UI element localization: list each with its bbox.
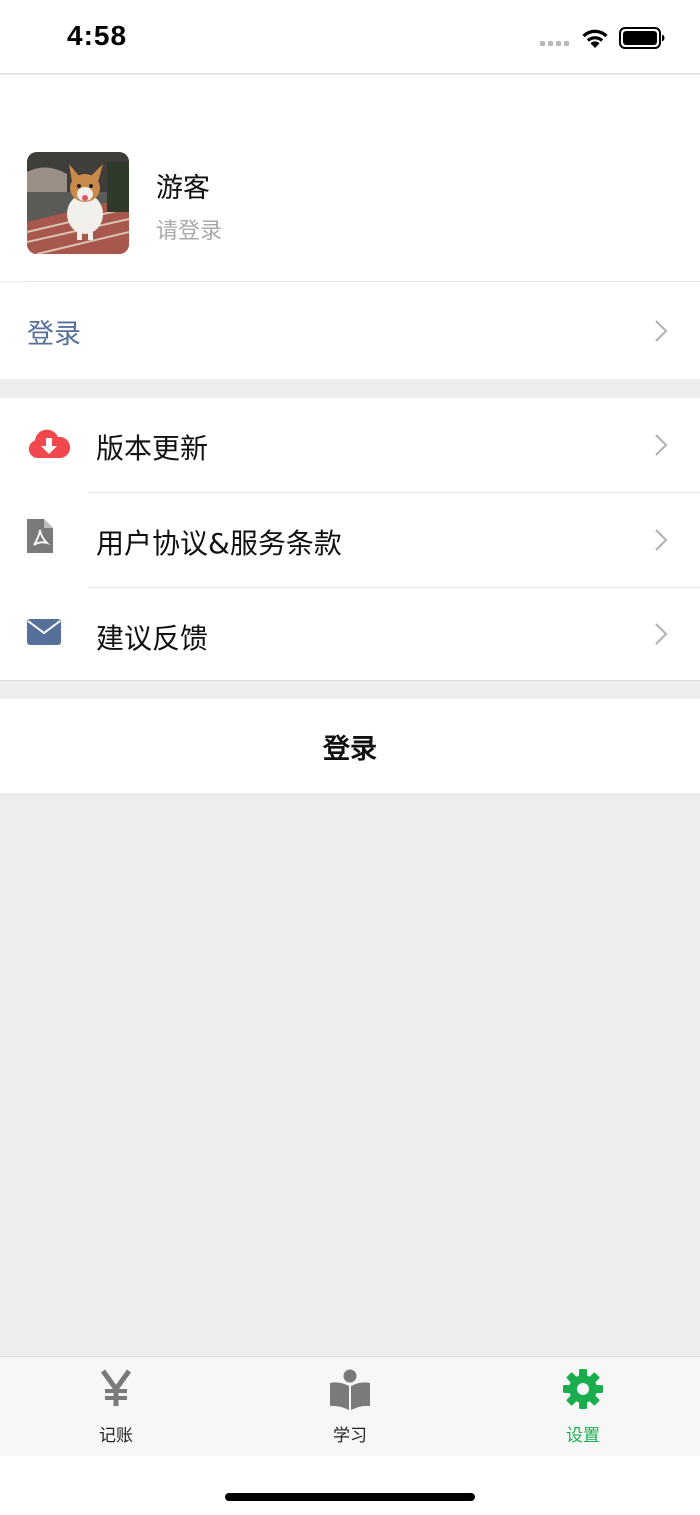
- yen-icon: [100, 1369, 132, 1406]
- settings-screen: 4:58 游客 请登录 登录 版本更新 用户协议&服务条款 建议反馈 登录 记账…: [0, 0, 700, 1515]
- avatar[interactable]: [27, 152, 129, 254]
- menu-group: 版本更新 用户协议&服务条款 建议反馈: [0, 398, 700, 681]
- reading-person-icon: [330, 1369, 370, 1410]
- cloud-download-icon: [28, 429, 71, 458]
- login-row[interactable]: 登录: [0, 282, 700, 379]
- envelope-icon: [27, 619, 61, 645]
- menu-item-label: 版本更新: [96, 432, 209, 465]
- chevron-right-icon: [655, 434, 668, 456]
- tab-settings[interactable]: 设置: [503, 1357, 663, 1457]
- wifi-icon: [582, 29, 608, 48]
- tab-label: 设置: [566, 1426, 600, 1446]
- profile-subtitle: 请登录: [156, 219, 223, 244]
- home-indicator-area: [0, 1456, 700, 1515]
- home-indicator[interactable]: [225, 1493, 475, 1501]
- menu-item-label: 建议反馈: [96, 622, 209, 655]
- menu-item-user-agreement[interactable]: 用户协议&服务条款: [0, 493, 700, 587]
- cellular-signal-icon: [540, 41, 572, 47]
- profile-name: 游客: [156, 173, 210, 204]
- menu-item-version-update[interactable]: 版本更新: [0, 398, 700, 492]
- tab-bar: 记账 学习 设置: [0, 1356, 700, 1456]
- menu-item-feedback[interactable]: 建议反馈: [0, 588, 700, 682]
- corgi-photo-icon: [27, 152, 129, 254]
- pdf-document-icon: [27, 519, 53, 553]
- tab-label: 学习: [333, 1426, 367, 1446]
- login-row-label: 登录: [27, 319, 81, 350]
- login-button[interactable]: 登录: [0, 699, 700, 793]
- status-bar: 4:58: [0, 0, 700, 74]
- status-time: 4:58: [67, 20, 128, 51]
- tab-label: 记账: [99, 1426, 133, 1446]
- gear-icon: [563, 1369, 603, 1409]
- battery-icon: [619, 27, 665, 49]
- menu-item-label: 用户协议&服务条款: [96, 527, 342, 560]
- tab-bookkeeping[interactable]: 记账: [36, 1357, 196, 1457]
- chevron-right-icon: [655, 320, 668, 342]
- profile-section[interactable]: 游客 请登录: [0, 75, 700, 281]
- chevron-right-icon: [655, 623, 668, 645]
- chevron-right-icon: [655, 529, 668, 551]
- tab-study[interactable]: 学习: [270, 1357, 430, 1457]
